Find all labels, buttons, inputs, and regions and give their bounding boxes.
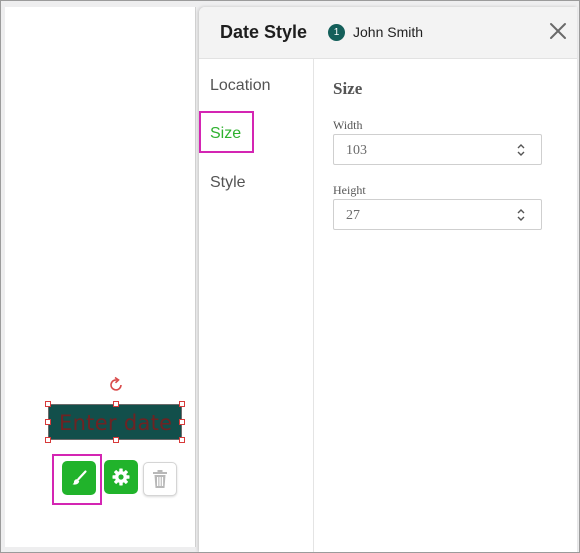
width-value: 103 — [346, 143, 367, 158]
height-value: 27 — [346, 208, 360, 223]
height-input[interactable]: 27 — [333, 199, 542, 230]
panel-header: Date Style 1 John Smith — [199, 7, 577, 59]
date-field-placeholder: Enter date — [59, 411, 173, 435]
date-field[interactable]: Enter date — [48, 404, 182, 440]
width-label: Width — [333, 118, 363, 132]
style-button-highlight — [52, 454, 102, 505]
delete-button[interactable] — [143, 462, 177, 496]
resize-handle-w[interactable] — [45, 419, 51, 425]
gear-icon — [112, 468, 130, 486]
rotate-icon[interactable] — [107, 376, 125, 394]
resize-handle-ne[interactable] — [179, 401, 185, 407]
size-section: Size Width 103 Height 27 — [333, 79, 542, 230]
nav-item-style[interactable]: Style — [210, 174, 246, 192]
width-input[interactable]: 103 — [333, 134, 542, 165]
panel-title: Date Style — [220, 22, 308, 42]
resize-handle-s[interactable] — [113, 437, 119, 443]
trash-icon — [153, 470, 167, 488]
close-icon[interactable] — [548, 21, 568, 41]
resize-handle-e[interactable] — [179, 419, 185, 425]
height-label: Height — [333, 183, 366, 197]
settings-button[interactable] — [104, 460, 138, 494]
width-stepper-icon[interactable] — [515, 143, 527, 157]
nav-item-location[interactable]: Location — [210, 77, 271, 95]
section-title: Size — [333, 79, 363, 98]
date-style-panel: Date Style 1 John Smith Location Size St… — [199, 7, 577, 552]
height-stepper-icon[interactable] — [515, 208, 527, 222]
recipient-number-badge: 1 — [328, 24, 345, 41]
app-window: Enter date Date Style 1 John Smith Locat… — [0, 0, 580, 553]
recipient-name: John Smith — [353, 24, 424, 40]
panel-nav: Location Size Style — [199, 59, 314, 552]
nav-item-size-highlight — [199, 111, 254, 153]
resize-handle-nw[interactable] — [45, 401, 51, 407]
resize-handle-n[interactable] — [113, 401, 119, 407]
resize-handle-sw[interactable] — [45, 437, 51, 443]
resize-handle-se[interactable] — [179, 437, 185, 443]
